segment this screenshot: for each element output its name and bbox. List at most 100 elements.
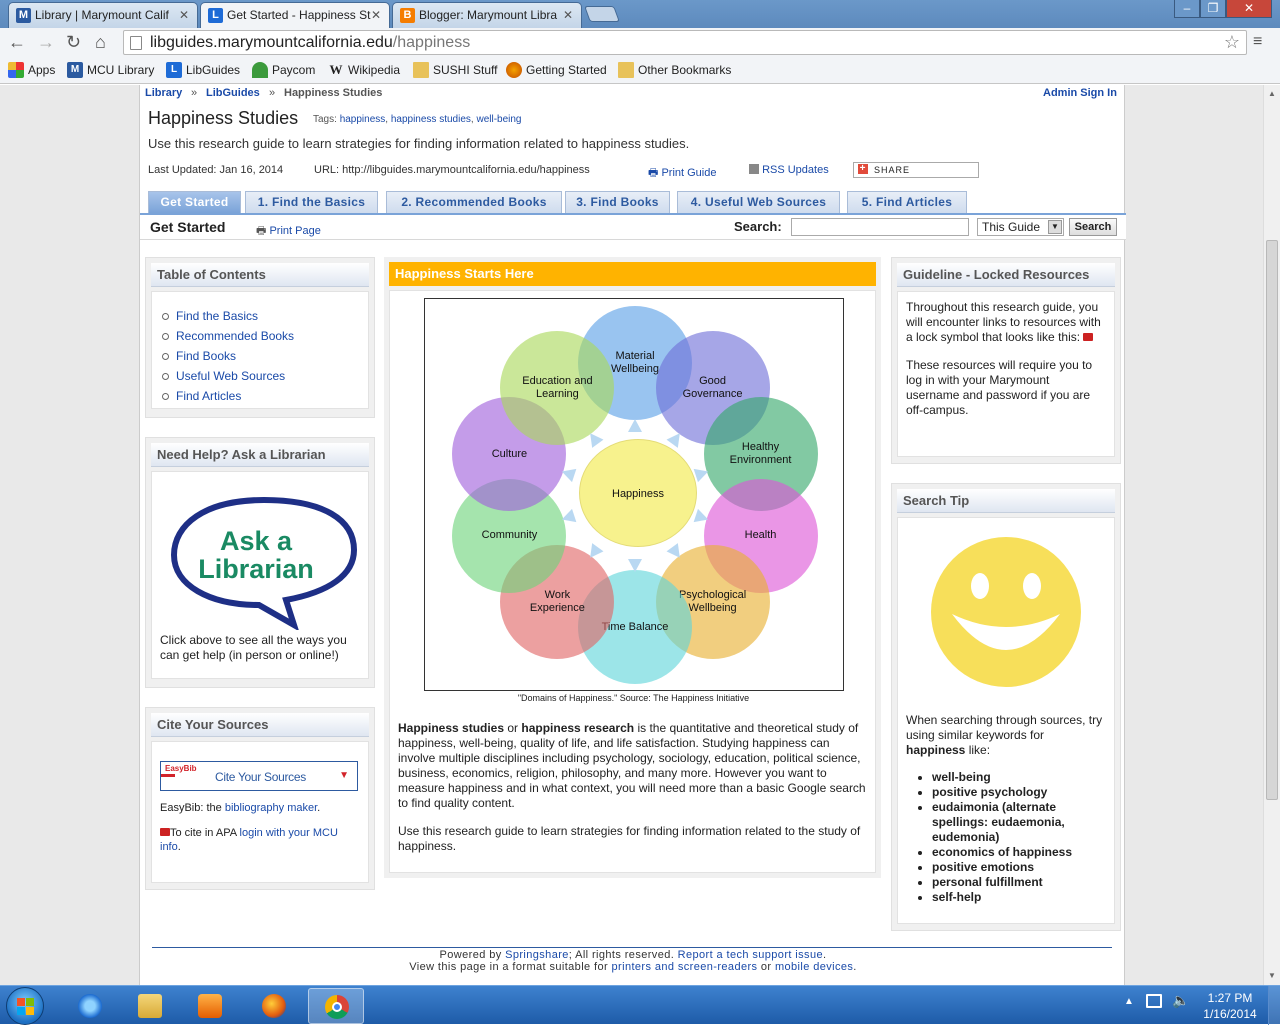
tray-expand-icon[interactable]: ▲ xyxy=(1124,996,1134,1007)
taskbar-file-explorer[interactable] xyxy=(122,988,178,1024)
tab-find-articles[interactable]: 5. Find Articles xyxy=(847,191,967,213)
share-button[interactable]: SHARE xyxy=(853,162,979,178)
tag-link[interactable]: well-being xyxy=(476,114,521,125)
intro-paragraph: Happiness studies or happiness research … xyxy=(398,721,866,810)
toc-link[interactable]: Find the Basics xyxy=(176,309,258,323)
bookmark-apps[interactable]: Apps xyxy=(8,62,55,78)
home-icon[interactable]: ⌂ xyxy=(95,32,106,52)
footer-divider xyxy=(152,947,1112,948)
logo-line2: Librarian xyxy=(198,554,314,584)
page-tabs: Get Started 1. Find the Basics 2. Recomm… xyxy=(148,191,1124,213)
list-item: self-help xyxy=(932,890,1102,905)
browser-tab-get-started[interactable]: L Get Started - Happiness St ✕ xyxy=(200,2,390,29)
bookmark-paycom[interactable]: Paycom xyxy=(252,62,315,78)
list-item: Useful Web Sources xyxy=(158,366,368,386)
locked-p1: Throughout this research guide, you will… xyxy=(906,300,1101,344)
smiley-face-icon xyxy=(931,537,1081,687)
taskbar-chrome[interactable] xyxy=(308,988,364,1024)
firefox-icon xyxy=(262,994,286,1018)
help-text: Click above to see all the ways you can … xyxy=(160,633,347,662)
locked-resources-box: Guideline - Locked Resources Throughout … xyxy=(891,257,1121,464)
toc-link[interactable]: Find Books xyxy=(176,349,236,363)
url-path: /happiness xyxy=(392,34,471,51)
bookmark-other-bookmarks[interactable]: Other Bookmarks xyxy=(618,62,731,78)
toc-box: Table of Contents Find the Basics Recomm… xyxy=(145,257,375,418)
easybib-widget[interactable]: EasyBib Cite Your Sources ▼ xyxy=(160,761,358,791)
close-icon[interactable]: ✕ xyxy=(563,3,573,27)
guide-paragraph: Use this research guide to learn strateg… xyxy=(398,824,861,853)
report-issue-link[interactable]: Report a tech support issue xyxy=(678,949,823,961)
bookmark-star-icon[interactable]: ☆ xyxy=(1224,31,1240,54)
list-item: personal fulfillment xyxy=(932,875,1102,890)
bookmark-libguides[interactable]: L LibGuides xyxy=(166,62,240,78)
address-bar[interactable]: libguides.marymountcalifornia.edu/happin… xyxy=(123,30,1247,55)
scroll-up-icon[interactable]: ▲ xyxy=(1268,89,1276,98)
libguide-page: Library » LibGuides » Happiness Studies … xyxy=(139,85,1126,985)
printers-link[interactable]: printers and screen-readers xyxy=(612,961,758,973)
tab-find-the-basics[interactable]: 1. Find the Basics xyxy=(245,191,378,213)
browser-tab-library[interactable]: M Library | Marymount Calif ✕ xyxy=(8,2,198,28)
page-bar: Get Started 🖶 Print Page Search: This Gu… xyxy=(140,213,1126,240)
arrow-icon xyxy=(628,419,642,432)
tab-find-books[interactable]: 3. Find Books xyxy=(565,191,670,213)
ask-a-librarian-logo[interactable]: Ask a Librarian xyxy=(164,480,364,630)
taskbar-firefox[interactable] xyxy=(246,988,302,1024)
tab-useful-web-sources[interactable]: 4. Useful Web Sources xyxy=(677,191,840,213)
start-button[interactable] xyxy=(6,987,44,1025)
close-icon[interactable]: ✕ xyxy=(371,3,381,27)
breadcrumb-libguides[interactable]: LibGuides xyxy=(206,87,260,99)
scroll-down-icon[interactable]: ▼ xyxy=(1268,971,1276,980)
tag-link[interactable]: happiness studies xyxy=(391,114,471,125)
breadcrumb-library[interactable]: Library xyxy=(145,87,182,99)
list-item: economics of happiness xyxy=(932,845,1102,860)
volume-icon[interactable]: 🔈 xyxy=(1172,992,1189,1009)
tab-recommended-books[interactable]: 2. Recommended Books xyxy=(386,191,562,213)
cite-body: EasyBib Cite Your Sources ▼ EasyBib: the… xyxy=(151,741,369,883)
bookmark-getting-started[interactable]: Getting Started xyxy=(506,62,607,78)
bibliography-maker-link[interactable]: bibliography maker xyxy=(225,802,317,814)
tab-get-started[interactable]: Get Started xyxy=(148,191,241,213)
mobile-devices-link[interactable]: mobile devices xyxy=(775,961,853,973)
rss-updates-link[interactable]: RSS Updates xyxy=(749,164,829,176)
springshare-link[interactable]: Springshare xyxy=(505,949,569,961)
scrollbar-thumb[interactable] xyxy=(1266,240,1278,800)
back-icon[interactable]: ← xyxy=(8,32,26,52)
vertical-scrollbar[interactable]: ▲ ▼ xyxy=(1263,85,1280,985)
print-guide-link[interactable]: 🖶 Print Guide xyxy=(648,164,716,183)
minimize-button[interactable]: – xyxy=(1174,0,1200,18)
taskbar-media-player[interactable] xyxy=(182,988,238,1024)
locked-p2: These resources will require you to log … xyxy=(906,358,1093,417)
search-input[interactable] xyxy=(791,218,969,236)
taskbar-internet-explorer[interactable] xyxy=(62,988,118,1024)
happiness-box-title: Happiness Starts Here xyxy=(389,262,876,286)
bookmark-mcu-library[interactable]: M MCU Library xyxy=(67,62,154,78)
bookmark-wikipedia[interactable]: W Wikipedia xyxy=(328,62,401,78)
taskbar-clock[interactable]: 1:27 PM 1/16/2014 xyxy=(1190,990,1270,1022)
browser-tab-blogger[interactable]: B Blogger: Marymount Libra ✕ xyxy=(392,2,582,28)
toc-link[interactable]: Find Articles xyxy=(176,389,241,403)
admin-sign-in-link[interactable]: Admin Sign In xyxy=(1043,87,1117,99)
reload-icon[interactable]: ↻ xyxy=(66,32,81,52)
window-close-button[interactable]: ✕ xyxy=(1226,0,1272,18)
show-desktop-button[interactable] xyxy=(1268,986,1280,1025)
toc-link[interactable]: Useful Web Sources xyxy=(176,369,285,383)
menu-icon[interactable]: ≡ xyxy=(1253,32,1262,52)
search-button[interactable]: Search xyxy=(1069,218,1117,236)
domain-label: Community xyxy=(481,529,538,542)
close-icon[interactable]: ✕ xyxy=(179,3,189,27)
tag-link[interactable]: happiness xyxy=(340,114,386,125)
windows-logo-green xyxy=(26,998,34,1006)
maximize-button[interactable]: ❐ xyxy=(1200,0,1226,18)
bookmark-sushi-stuff[interactable]: SUSHI Stuff xyxy=(413,62,497,78)
network-icon[interactable] xyxy=(1146,994,1162,1008)
search-tip-intro: When searching through sources, try usin… xyxy=(906,713,1103,757)
bookmarks-bar: Apps M MCU Library L LibGuides Paycom W Wik… xyxy=(0,58,1280,84)
toc-link[interactable]: Recommended Books xyxy=(176,329,294,343)
print-page-link[interactable]: 🖶 Print Page xyxy=(256,222,321,241)
page-name: Get Started xyxy=(150,219,226,235)
marymount-icon: M xyxy=(16,8,31,23)
search-scope-select[interactable]: This Guide ▼ xyxy=(977,218,1064,236)
forward-icon[interactable]: → xyxy=(37,32,55,52)
locked-resources-body: Throughout this research guide, you will… xyxy=(897,291,1115,457)
new-tab-button[interactable] xyxy=(584,6,620,22)
